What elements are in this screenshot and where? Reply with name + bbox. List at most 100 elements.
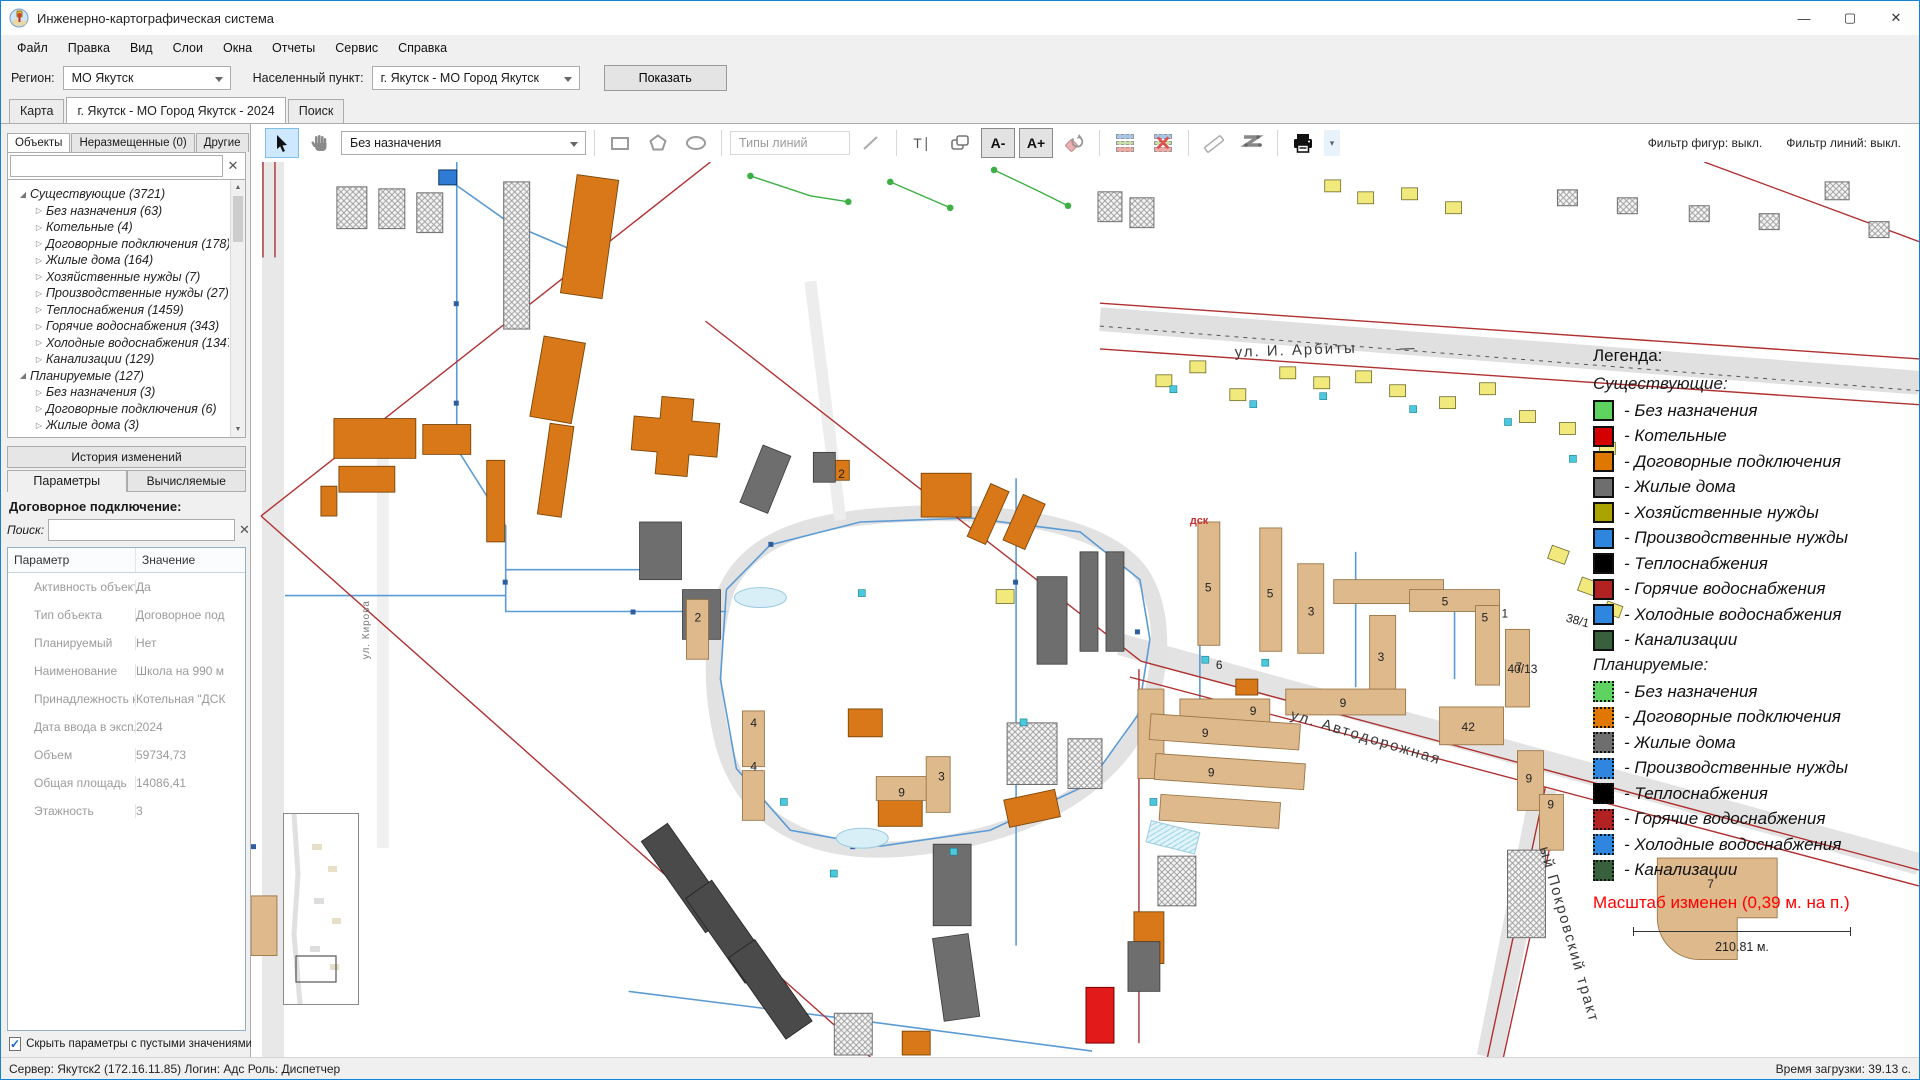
scroll-up-icon[interactable]: ▲ <box>231 180 245 195</box>
document-tab[interactable]: г. Якутск - МО Город Якутск - 2024 <box>66 97 285 123</box>
measure-path-button[interactable] <box>1235 128 1269 158</box>
region-select[interactable]: МО Якутск <box>63 66 231 90</box>
show-button[interactable]: Показать <box>604 65 727 91</box>
menu-item[interactable]: Отчеты <box>262 37 325 59</box>
hide-empty-checkbox[interactable]: ✓ <box>9 1037 21 1051</box>
tree-item[interactable]: ▷ Без назначения (63) <box>10 203 229 220</box>
table-row[interactable]: Активность объекта Да <box>8 573 245 601</box>
parameter-name: Общая площадь <box>8 776 136 790</box>
table-row[interactable]: Планируемый Нет <box>8 629 245 657</box>
table-row[interactable]: Принадлежность к ко Котельная "ДСК <box>8 685 245 713</box>
legend-swatch <box>1593 707 1614 728</box>
tree-item[interactable]: ▷ Договорные подключения (6) <box>10 401 229 418</box>
close-button[interactable]: ✕ <box>1873 1 1919 35</box>
tree-expander-icon[interactable]: ▷ <box>32 206 46 215</box>
font-decrease-button[interactable]: A- <box>981 128 1015 158</box>
menu-item[interactable]: Сервис <box>325 37 388 59</box>
print-button[interactable] <box>1286 128 1320 158</box>
parameter-tab[interactable]: Параметры <box>7 470 127 492</box>
tree-item[interactable]: ▷ Жилые дома (3) <box>10 417 229 434</box>
overlap-objects-button[interactable] <box>943 128 977 158</box>
tree-expander-icon[interactable]: ▷ <box>32 338 46 347</box>
table-row[interactable]: Дата ввода в эксплуат 2024 <box>8 713 245 741</box>
tree-expander-icon[interactable]: ▷ <box>32 239 46 248</box>
toolbar-overflow-button[interactable]: ▾ <box>1324 130 1340 156</box>
tree-item[interactable]: ▷ Без назначения (3) <box>10 384 229 401</box>
table-row[interactable]: Общая площадь 14086,41 <box>8 769 245 797</box>
document-tab[interactable]: Поиск <box>288 99 345 123</box>
menu-item[interactable]: Файл <box>7 37 58 59</box>
draw-line-button[interactable] <box>854 128 888 158</box>
tree-expander-icon[interactable]: ▷ <box>32 388 46 397</box>
tree-item[interactable]: ▷ Холодные водоснабжения (1347) <box>10 335 229 352</box>
table-row[interactable]: Наименование Школа на 990 м <box>8 657 245 685</box>
legend-item: - Канализации <box>1593 860 1911 881</box>
scrollbar-thumb[interactable] <box>233 196 243 242</box>
parameter-tab[interactable]: Вычисляемые <box>127 470 247 492</box>
tree-item[interactable]: ▷ Жилые дома (164) <box>10 252 229 269</box>
tree-item[interactable]: ▷ Теплоснабжения (1459) <box>10 302 229 319</box>
tree-expander-icon[interactable]: ▷ <box>32 421 46 430</box>
maximize-button[interactable]: ▢ <box>1827 1 1873 35</box>
tree-expander-icon[interactable]: ▷ <box>32 322 46 331</box>
tree-expander-icon[interactable]: ▷ <box>32 404 46 413</box>
menu-item[interactable]: Вид <box>120 37 163 59</box>
tree-expander-icon[interactable]: ▷ <box>32 256 46 265</box>
column-value[interactable]: Значение <box>136 548 201 572</box>
draw-ellipse-button[interactable] <box>679 128 713 158</box>
tree-item[interactable]: ▷ Производственные нужды (27) <box>10 285 229 302</box>
refresh-labels-button[interactable] <box>1057 128 1091 158</box>
table-row[interactable]: Этажность 3 <box>8 797 245 825</box>
draw-polygon-button[interactable] <box>641 128 675 158</box>
measure-button[interactable] <box>1197 128 1231 158</box>
tree-expander-icon[interactable]: ◢ <box>16 371 30 380</box>
settlement-select[interactable]: г. Якутск - МО Город Якутск <box>372 66 580 90</box>
clear-search-icon[interactable]: ✕ <box>223 158 243 174</box>
tree-expander-icon[interactable]: ▷ <box>32 289 46 298</box>
table-row[interactable]: Тип объекта Договорное под <box>8 601 245 629</box>
line-types-select[interactable]: Типы линий <box>730 131 850 155</box>
layers-clear-button[interactable]: ✕ <box>1146 128 1180 158</box>
tree-item[interactable]: ▷ Канализации (129) <box>10 351 229 368</box>
objects-subtab[interactable]: Другие <box>196 133 249 152</box>
objects-search-input[interactable] <box>10 155 223 177</box>
tree-item[interactable]: ▷ Горячие водоснабжения (343) <box>10 318 229 335</box>
column-parameter[interactable]: Параметр <box>8 548 136 572</box>
tree-scrollbar[interactable]: ▲ ▼ <box>230 180 245 437</box>
tab-history[interactable]: История изменений <box>7 446 246 468</box>
tree-item[interactable]: ◢ Планируемые (127) <box>10 368 229 385</box>
object-type-select[interactable]: Без назначения <box>341 131 586 155</box>
menu-item[interactable]: Окна <box>213 37 262 59</box>
tree-expander-icon[interactable]: ▷ <box>32 272 46 281</box>
scroll-down-icon[interactable]: ▼ <box>231 422 245 437</box>
document-tab[interactable]: Карта <box>9 99 64 123</box>
menu-item[interactable]: Справка <box>388 37 457 59</box>
tree-expander-icon[interactable]: ▷ <box>32 305 46 314</box>
menu-item[interactable]: Слои <box>163 37 213 59</box>
legend-item: - Горячие водоснабжения <box>1593 809 1911 830</box>
tree-expander-icon[interactable]: ▷ <box>32 355 46 364</box>
pan-tool-button[interactable] <box>303 128 337 158</box>
parameter-search-input[interactable] <box>48 519 235 541</box>
draw-rectangle-button[interactable] <box>603 128 637 158</box>
objects-subtab[interactable]: Объекты <box>7 133 70 152</box>
tree-item[interactable]: ◢ Существующие (3721) <box>10 186 229 203</box>
menu-item[interactable]: Правка <box>58 37 120 59</box>
layers-filter-button[interactable] <box>1108 128 1142 158</box>
tree-item[interactable]: ▷ Котельные (4) <box>10 219 229 236</box>
overview-minimap[interactable] <box>283 813 359 1005</box>
settlement-value: г. Якутск - МО Город Якутск <box>381 71 539 85</box>
table-row[interactable]: Объем 59734,73 <box>8 741 245 769</box>
tree-expander-icon[interactable]: ◢ <box>16 190 30 199</box>
text-tool-button[interactable]: T∣ <box>905 128 939 158</box>
font-increase-button[interactable]: A+ <box>1019 128 1053 158</box>
tree-expander-icon[interactable]: ▷ <box>32 223 46 232</box>
objects-subtab[interactable]: Неразмещенные (0) <box>71 133 194 152</box>
tree-item[interactable]: ▷ Хозяйственные нужды (7) <box>10 269 229 286</box>
map-canvas[interactable]: ул. И. Арбиты—ул. Автодорожнаяый Покровс… <box>251 162 1919 1057</box>
minimize-button[interactable]: — <box>1781 1 1827 35</box>
legend-item: - Канализации <box>1593 630 1911 651</box>
tree-item[interactable]: ▷ Договорные подключения (178) <box>10 236 229 253</box>
clear-search-icon[interactable]: ✕ <box>239 522 250 538</box>
select-tool-button[interactable] <box>265 128 299 158</box>
